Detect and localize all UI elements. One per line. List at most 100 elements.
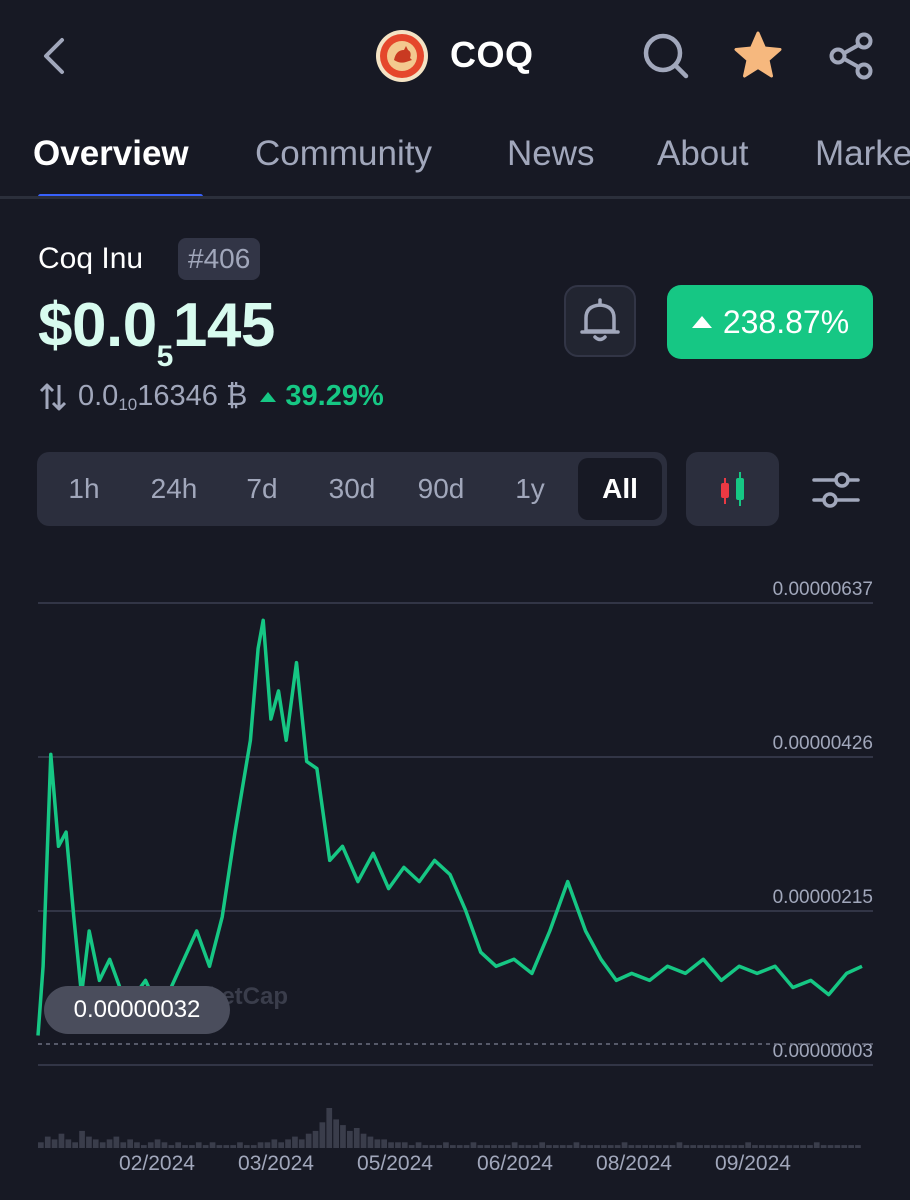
btc-price-row: 0.0 10 16346 ₿ 39.29% bbox=[38, 380, 384, 414]
volume-bar bbox=[456, 1145, 463, 1148]
range-7d[interactable]: 7d bbox=[227, 452, 297, 526]
volume-bar bbox=[38, 1142, 44, 1148]
tab-markets[interactable]: Markets bbox=[815, 134, 910, 174]
range-1y[interactable]: 1y bbox=[495, 452, 565, 526]
volume-bar bbox=[182, 1145, 188, 1148]
range-24h[interactable]: 24h bbox=[137, 452, 211, 526]
time-range-selector: 1h 24h 7d 30d 90d 1y All bbox=[37, 452, 667, 526]
range-90d[interactable]: 90d bbox=[401, 452, 481, 526]
volume-bar bbox=[855, 1145, 861, 1148]
search-icon bbox=[643, 33, 689, 79]
x-tick-label: 09/2024 bbox=[715, 1152, 791, 1175]
tab-about[interactable]: About bbox=[657, 134, 748, 174]
btc-zero-count: 10 bbox=[118, 394, 138, 414]
btc-price-digits: 16346 bbox=[137, 380, 218, 412]
volume-bar bbox=[628, 1145, 635, 1148]
volume-bar bbox=[601, 1145, 607, 1148]
chart-settings-button[interactable] bbox=[806, 462, 866, 518]
volume-bar bbox=[86, 1136, 92, 1148]
y-tick-label: 0.00000637 bbox=[773, 579, 873, 600]
volume-bar bbox=[690, 1145, 696, 1148]
tab-overview[interactable]: Overview bbox=[33, 134, 189, 174]
volume-bar bbox=[848, 1145, 854, 1148]
volume-bar bbox=[326, 1108, 333, 1148]
volume-bar bbox=[395, 1142, 401, 1148]
volume-bar bbox=[436, 1145, 442, 1148]
volume-bar bbox=[305, 1133, 312, 1148]
volume-bar bbox=[463, 1145, 470, 1148]
back-button[interactable] bbox=[36, 32, 76, 80]
volume-bar bbox=[278, 1142, 284, 1148]
volume-bar bbox=[230, 1145, 236, 1148]
volume-bar bbox=[106, 1139, 113, 1148]
btc-change-value: 39.29% bbox=[285, 380, 384, 412]
volume-bar bbox=[292, 1136, 298, 1148]
volume-bar bbox=[635, 1145, 642, 1148]
range-30d[interactable]: 30d bbox=[313, 452, 391, 526]
volume-bar bbox=[607, 1145, 614, 1148]
volume-bar bbox=[827, 1145, 834, 1148]
volume-bar bbox=[353, 1128, 360, 1148]
watchlist-star-button[interactable] bbox=[732, 30, 784, 82]
volume-bar bbox=[257, 1142, 264, 1148]
volume-bar bbox=[422, 1145, 429, 1148]
rank-badge: #406 bbox=[178, 238, 261, 280]
volume-bar bbox=[415, 1142, 422, 1148]
volume-bar bbox=[58, 1133, 65, 1148]
price-alert-button[interactable] bbox=[564, 285, 636, 357]
volume-bar bbox=[532, 1145, 539, 1148]
volume-bar bbox=[408, 1145, 415, 1148]
volume-bar bbox=[450, 1145, 456, 1148]
tab-news[interactable]: News bbox=[507, 134, 595, 174]
caret-up-icon bbox=[691, 316, 712, 328]
volume-bar bbox=[250, 1145, 257, 1148]
volume-bar bbox=[401, 1142, 408, 1148]
volume-bar bbox=[587, 1145, 593, 1148]
volume-bar bbox=[189, 1145, 195, 1148]
volume-bar bbox=[786, 1145, 793, 1148]
volume-bar bbox=[710, 1145, 717, 1148]
volume-bar bbox=[662, 1145, 669, 1148]
share-icon bbox=[829, 32, 873, 80]
price: $0.05145 bbox=[38, 290, 275, 373]
tabs-divider bbox=[0, 196, 910, 199]
volume-bar bbox=[237, 1142, 243, 1148]
star-icon bbox=[734, 31, 782, 78]
volume-bar bbox=[44, 1136, 51, 1148]
volume-bar bbox=[546, 1145, 552, 1148]
volume-bar bbox=[319, 1122, 326, 1148]
volume-bar bbox=[72, 1142, 78, 1148]
price-chart[interactable]: 0.000006370.000004260.000002150.00000003… bbox=[0, 570, 910, 1200]
volume-bar bbox=[504, 1145, 511, 1148]
tab-community[interactable]: Community bbox=[255, 134, 432, 174]
volume-bar bbox=[65, 1139, 72, 1148]
volume-bar bbox=[820, 1145, 827, 1148]
price-digits: 145 bbox=[172, 291, 275, 360]
volume-bar bbox=[642, 1145, 648, 1148]
x-tick-label: 02/2024 bbox=[119, 1152, 195, 1175]
volume-bar bbox=[772, 1145, 779, 1148]
volume-bar bbox=[161, 1142, 168, 1148]
range-1h[interactable]: 1h bbox=[51, 452, 117, 526]
volume-bar bbox=[683, 1145, 690, 1148]
volume-bar bbox=[594, 1145, 600, 1148]
volume-bar bbox=[216, 1145, 223, 1148]
share-button[interactable] bbox=[826, 30, 878, 82]
volume-bar bbox=[298, 1139, 305, 1148]
volume-bar bbox=[779, 1145, 786, 1148]
volume-bar bbox=[621, 1142, 628, 1148]
volume-bar bbox=[120, 1142, 127, 1148]
volume-bar bbox=[147, 1142, 154, 1148]
search-button[interactable] bbox=[640, 30, 692, 82]
volume-bar bbox=[841, 1145, 848, 1148]
volume-bar bbox=[649, 1145, 655, 1148]
volume-bar bbox=[141, 1145, 147, 1148]
volume-bar bbox=[731, 1145, 738, 1148]
range-all[interactable]: All bbox=[578, 458, 662, 520]
candlestick-toggle-button[interactable] bbox=[686, 452, 779, 526]
volume-bar bbox=[553, 1145, 559, 1148]
btc-symbol: ₿ bbox=[225, 380, 248, 412]
volume-bar bbox=[271, 1139, 278, 1148]
price-prefix: $0.0 bbox=[38, 291, 157, 360]
bell-icon bbox=[580, 298, 620, 342]
